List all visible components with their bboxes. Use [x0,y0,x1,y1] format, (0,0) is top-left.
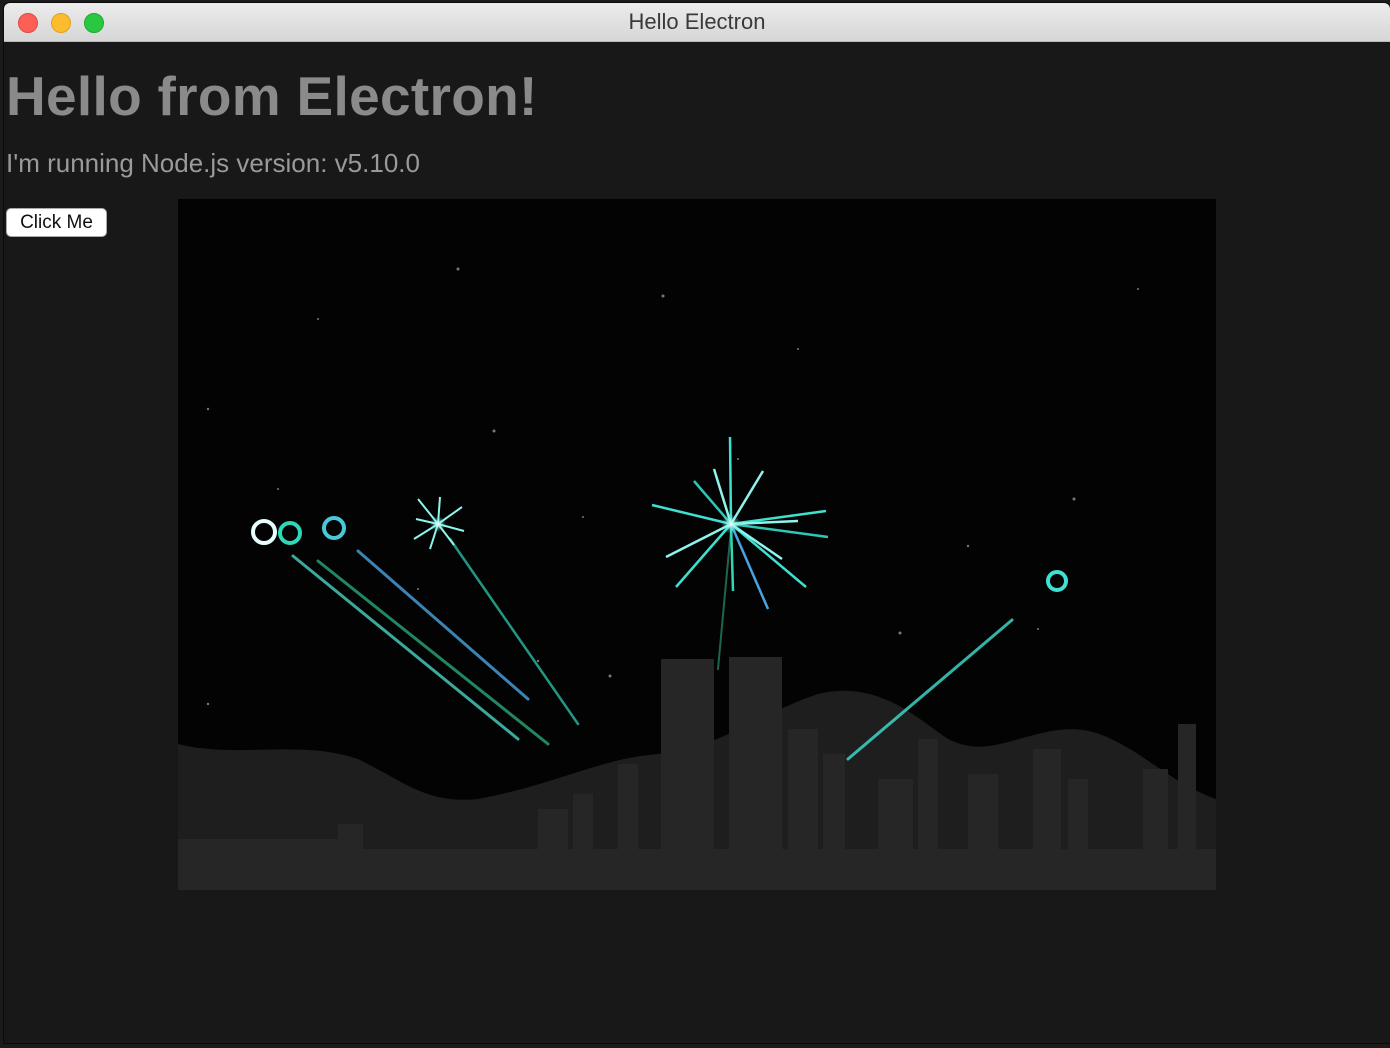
firework-rings [251,516,1068,592]
minimize-light-icon[interactable] [51,13,71,33]
large-burst [651,436,829,610]
fireworks-canvas[interactable] [178,199,1216,890]
title-bar[interactable]: Hello Electron [4,3,1390,42]
app-window: Hello Electron Hello from Electron! I'm … [4,3,1390,1043]
fireworks-scene [178,267,1216,890]
window-controls [18,13,104,33]
page-heading: Hello from Electron! [6,65,538,127]
window-title: Hello Electron [628,9,766,34]
close-light-icon[interactable] [18,13,38,33]
node-version-text: I'm running Node.js version: v5.10.0 [6,148,420,178]
maximize-light-icon[interactable] [84,13,104,33]
stars [206,267,1139,706]
click-me-button[interactable]: Click Me [6,208,107,237]
page-content: Hello from Electron! I'm running Node.js… [4,42,1390,1043]
small-burst [413,496,465,550]
